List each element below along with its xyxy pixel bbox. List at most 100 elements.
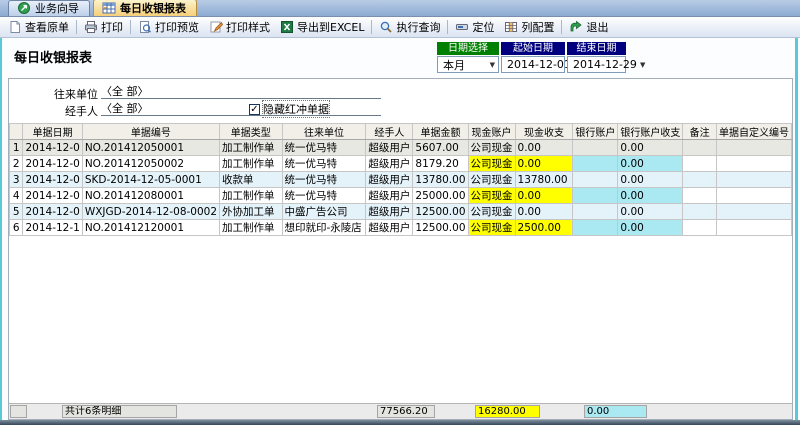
- grid-header-cell[interactable]: 单据日期: [23, 124, 82, 140]
- row-number-cell[interactable]: 6: [10, 220, 23, 236]
- grid-cell[interactable]: 13780.00: [515, 172, 573, 188]
- grid-cell[interactable]: [683, 220, 717, 236]
- grid-header-cell[interactable]: 单据金额: [413, 124, 468, 140]
- row-number-cell[interactable]: 4: [10, 188, 23, 204]
- grid-row[interactable]: 22014-12-0NO.201412050002加工制作单统一优马特超级用户8…: [10, 156, 792, 172]
- grid-cell[interactable]: 加工制作单: [220, 156, 282, 172]
- grid-header-cell[interactable]: 往来单位: [282, 124, 366, 140]
- grid-cell[interactable]: NO.201412120001: [82, 220, 219, 236]
- date-select-dropdown[interactable]: 本月 ▼: [437, 56, 499, 73]
- grid-row[interactable]: 42014-12-0NO.201412080001加工制作单统一优马特超级用户2…: [10, 188, 792, 204]
- grid-cell[interactable]: 0.00: [618, 140, 683, 156]
- hide-reversal-checkbox-group[interactable]: ✓ 隐藏红冲单据: [249, 101, 329, 117]
- grid-cell[interactable]: 25000.00: [413, 188, 468, 204]
- grid-cell[interactable]: 超级用户: [366, 204, 413, 220]
- grid-cell[interactable]: 公司现金: [468, 188, 515, 204]
- grid-header-cell[interactable]: 现金账户: [468, 124, 515, 140]
- grid-cell[interactable]: 想印就印-永陵店: [282, 220, 366, 236]
- grid-cell[interactable]: NO.201412050002: [82, 156, 219, 172]
- grid-cell[interactable]: 加工制作单: [220, 220, 282, 236]
- print-style-button[interactable]: 打印样式: [204, 18, 275, 36]
- grid-cell[interactable]: [683, 140, 717, 156]
- grid-cell[interactable]: 8179.20: [413, 156, 468, 172]
- grid-header-cell[interactable]: 单据自定义编号: [716, 124, 791, 140]
- grid-cell[interactable]: 2014-12-0: [23, 204, 82, 220]
- grid-cell[interactable]: 公司现金: [468, 140, 515, 156]
- grid-cell[interactable]: 0.00: [515, 204, 573, 220]
- grid-cell[interactable]: [573, 204, 618, 220]
- grid-header-cell[interactable]: 经手人: [366, 124, 413, 140]
- grid-cell[interactable]: 12500.00: [413, 204, 468, 220]
- column-config-button[interactable]: 列配置: [499, 18, 559, 36]
- grid-cell[interactable]: 12500.00: [413, 220, 468, 236]
- exit-button[interactable]: 退出: [564, 18, 613, 36]
- grid-cell[interactable]: 公司现金: [468, 156, 515, 172]
- grid-cell[interactable]: 0.00: [515, 188, 573, 204]
- grid-cell[interactable]: 0.00: [618, 204, 683, 220]
- row-number-cell[interactable]: 1: [10, 140, 23, 156]
- grid-row[interactable]: 12014-12-0NO.201412050001加工制作单统一优马特超级用户5…: [10, 140, 792, 156]
- end-date-dropdown[interactable]: 2014-12-29 ▼: [567, 56, 626, 73]
- grid-cell[interactable]: 超级用户: [366, 220, 413, 236]
- tab-daily-cashier-report[interactable]: 每日收银报表: [93, 0, 197, 16]
- grid-cell[interactable]: 外协加工单: [220, 204, 282, 220]
- export-excel-button[interactable]: 导出到EXCEL: [275, 18, 369, 36]
- grid-cell[interactable]: 统一优马特: [282, 172, 366, 188]
- grid-cell[interactable]: [716, 220, 791, 236]
- grid-cell[interactable]: 2014-12-1: [23, 220, 82, 236]
- locate-button[interactable]: 定位: [450, 18, 499, 36]
- print-button[interactable]: 打印: [79, 18, 128, 36]
- grid-cell[interactable]: 超级用户: [366, 140, 413, 156]
- partner-input[interactable]: 〈全 部〉: [101, 85, 381, 99]
- row-number-cell[interactable]: 3: [10, 172, 23, 188]
- grid-cell[interactable]: SKD-2014-12-05-0001: [82, 172, 219, 188]
- grid-cell[interactable]: 2014-12-0: [23, 188, 82, 204]
- grid-cell[interactable]: 统一优马特: [282, 156, 366, 172]
- print-preview-button[interactable]: 打印预览: [133, 18, 204, 36]
- grid-cell[interactable]: 公司现金: [468, 204, 515, 220]
- grid-cell[interactable]: [716, 188, 791, 204]
- execute-query-button[interactable]: 执行查询: [374, 18, 445, 36]
- grid-cell[interactable]: [716, 204, 791, 220]
- grid-cell[interactable]: [683, 172, 717, 188]
- grid-header-cell[interactable]: 银行账户收支: [618, 124, 683, 140]
- grid-cell[interactable]: 2014-12-0: [23, 156, 82, 172]
- grid-header-cell[interactable]: [10, 124, 23, 140]
- start-date-dropdown[interactable]: 2014-12-01 ▼: [501, 56, 565, 73]
- grid-cell[interactable]: 超级用户: [366, 156, 413, 172]
- grid-cell[interactable]: [716, 140, 791, 156]
- grid-cell[interactable]: [683, 156, 717, 172]
- grid-cell[interactable]: 2014-12-0: [23, 172, 82, 188]
- grid-cell[interactable]: NO.201412050001: [82, 140, 219, 156]
- grid-cell[interactable]: 统一优马特: [282, 140, 366, 156]
- grid-cell[interactable]: 5607.00: [413, 140, 468, 156]
- grid-header-cell[interactable]: 单据类型: [220, 124, 282, 140]
- grid-header-cell[interactable]: 银行账户: [573, 124, 618, 140]
- grid-cell[interactable]: 0.00: [618, 188, 683, 204]
- grid-cell[interactable]: [573, 220, 618, 236]
- view-original-button[interactable]: 查看原单: [3, 18, 74, 36]
- grid-cell[interactable]: 公司现金: [468, 172, 515, 188]
- grid-cell[interactable]: 超级用户: [366, 172, 413, 188]
- grid-cell[interactable]: WXJGD-2014-12-08-0002: [82, 204, 219, 220]
- grid-cell[interactable]: 2500.00: [515, 220, 573, 236]
- grid-cell[interactable]: [716, 172, 791, 188]
- grid-cell[interactable]: 收款单: [220, 172, 282, 188]
- grid-row[interactable]: 32014-12-0SKD-2014-12-05-0001收款单统一优马特超级用…: [10, 172, 792, 188]
- grid-cell[interactable]: 加工制作单: [220, 188, 282, 204]
- grid-cell[interactable]: 统一优马特: [282, 188, 366, 204]
- row-number-cell[interactable]: 2: [10, 156, 23, 172]
- grid-cell[interactable]: 0.00: [515, 140, 573, 156]
- grid-cell[interactable]: 超级用户: [366, 188, 413, 204]
- grid-cell[interactable]: [573, 156, 618, 172]
- grid-cell[interactable]: [573, 140, 618, 156]
- grid-header-cell[interactable]: 备注: [683, 124, 717, 140]
- grid-cell[interactable]: [573, 188, 618, 204]
- hide-reversal-checkbox[interactable]: ✓: [249, 104, 260, 115]
- grid-cell[interactable]: NO.201412080001: [82, 188, 219, 204]
- grid-cell[interactable]: [683, 204, 717, 220]
- grid-cell[interactable]: 0.00: [515, 156, 573, 172]
- row-number-cell[interactable]: 5: [10, 204, 23, 220]
- grid-cell[interactable]: 中盛广告公司: [282, 204, 366, 220]
- grid-row[interactable]: 62014-12-1NO.201412120001加工制作单想印就印-永陵店超级…: [10, 220, 792, 236]
